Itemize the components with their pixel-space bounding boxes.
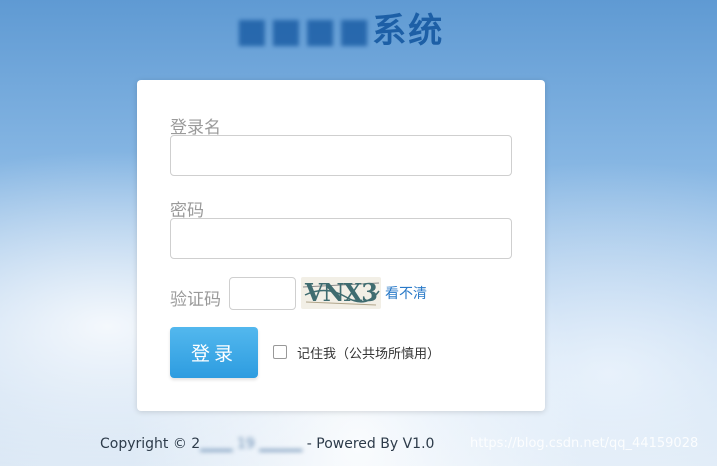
captcha-input[interactable] bbox=[229, 277, 296, 310]
captcha-text: VNX3 bbox=[305, 278, 378, 307]
refresh-captcha-link[interactable]: 看不清 bbox=[385, 283, 427, 303]
copyright-prefix: Copyright © 2 bbox=[100, 436, 201, 452]
watermark-text: https://blog.csdn.net/qq_44159028 bbox=[470, 436, 699, 451]
login-button[interactable]: 登录 bbox=[170, 327, 258, 378]
username-input[interactable] bbox=[170, 135, 512, 176]
remember-checkbox[interactable] bbox=[273, 345, 287, 359]
captcha-image[interactable]: VNX3 bbox=[301, 277, 381, 309]
title-redacted-prefix: ■■■■ bbox=[235, 11, 373, 51]
page-title: ■■■■系统 bbox=[150, 6, 530, 56]
title-suffix: 系统 bbox=[372, 11, 445, 51]
remember-label: 记住我（公共场所慎用） bbox=[297, 346, 441, 362]
password-input[interactable] bbox=[170, 218, 512, 259]
login-panel: 登录名 密码 验证码 VNX3 看不清 登录 记住我（公共场所慎用） bbox=[137, 80, 545, 411]
captcha-label: 验证码 bbox=[170, 290, 221, 310]
powered-by: - Powered By bbox=[306, 436, 399, 452]
version-text: V1.0 bbox=[402, 436, 435, 452]
footer: Copyright © 2▁▁▁ 19 ▁▁▁▁ - Powered By V1… bbox=[100, 436, 434, 452]
copyright-redacted: ▁▁▁ 19 ▁▁▁▁ bbox=[200, 436, 303, 452]
remember-me[interactable]: 记住我（公共场所慎用） bbox=[273, 342, 440, 362]
